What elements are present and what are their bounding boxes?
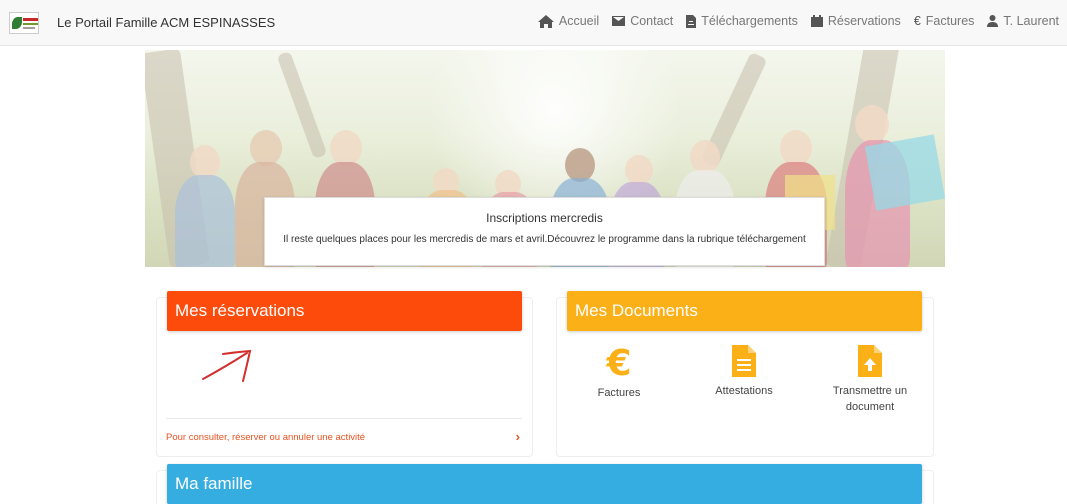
announcement-message: Il reste quelques places pour les mercre…	[283, 234, 806, 245]
announcement-card: Inscriptions mercredis Il reste quelques…	[264, 197, 825, 266]
reservations-footer-link[interactable]: Pour consulter, réserver ou annuler une …	[166, 418, 522, 454]
nav-item-accueil[interactable]: Accueil	[537, 14, 599, 28]
main-nav: Accueil Contact Téléchargements Réservat…	[537, 14, 1059, 28]
nav-item-contact[interactable]: Contact	[612, 14, 673, 28]
home-icon	[537, 14, 554, 28]
upload-document-icon	[858, 345, 882, 377]
nav-item-factures[interactable]: € Factures	[914, 14, 975, 28]
red-arrow-annotation	[202, 349, 252, 382]
document-item-attestations[interactable]: Attestations	[689, 345, 799, 399]
nav-item-telechargements[interactable]: Téléchargements	[686, 14, 798, 28]
brand-logo[interactable]	[9, 12, 39, 34]
nav-item-reservations[interactable]: Réservations	[810, 14, 901, 28]
famille-title: Ma famille	[175, 474, 253, 493]
euro-icon: €	[605, 343, 631, 379]
nav-item-user[interactable]: T. Laurent	[987, 14, 1059, 28]
chevron-right-icon[interactable]: ›	[516, 429, 520, 444]
document-item-factures[interactable]: € Factures	[564, 343, 674, 401]
announcement-title: Inscriptions mercredis	[486, 211, 603, 225]
reservations-title: Mes réservations	[175, 301, 305, 320]
brand-title[interactable]: Le Portail Famille ACM ESPINASSES	[57, 15, 275, 30]
svg-text:€: €	[605, 343, 631, 379]
top-navbar: Le Portail Famille ACM ESPINASSES Accuei…	[0, 0, 1067, 46]
documents-title: Mes Documents	[575, 301, 698, 320]
documents-panel-header[interactable]: Mes Documents	[567, 291, 922, 331]
document-icon	[732, 345, 756, 377]
reservations-link-text[interactable]: Pour consulter, réserver ou annuler une …	[166, 432, 365, 443]
file-download-icon	[686, 14, 697, 28]
envelope-icon	[612, 16, 626, 26]
user-icon	[987, 15, 999, 27]
reservations-panel-header[interactable]: Mes réservations	[167, 291, 522, 331]
calendar-icon	[810, 15, 823, 27]
famille-panel-header[interactable]: Ma famille	[167, 464, 922, 504]
document-item-transmettre[interactable]: Transmettre un document	[815, 345, 925, 415]
euro-icon: €	[913, 14, 921, 28]
